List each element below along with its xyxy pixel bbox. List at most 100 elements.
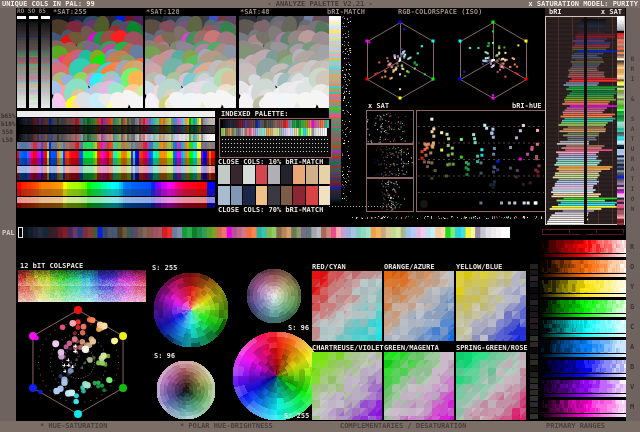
saturation-model-toggle[interactable]: x SATURATION MODEL: PURITY [528, 0, 638, 8]
close-color-swatch [255, 165, 268, 184]
gradient-column-3 [41, 16, 50, 108]
tick-marks-row [352, 214, 545, 219]
pal-strip-label: PAL [2, 229, 15, 237]
comp-panel-spring-green-rose [456, 352, 526, 420]
comp-panel-green-magenta [384, 352, 454, 420]
palette-analyzer-app: { "header": { "left": "UNIQUE COLS IN PA… [0, 0, 640, 432]
close-cols-row-70 [218, 186, 331, 205]
strip-label-s50: S50 [2, 129, 13, 136]
range-bracket-marks [540, 227, 626, 238]
hue-saturation-wheel [16, 304, 147, 420]
gradient-column-1 [17, 16, 26, 108]
close-color-swatch [305, 165, 318, 184]
comp-label-yellow-blue: YELLOW/BLUE [456, 263, 503, 271]
close-color-swatch [268, 186, 280, 205]
close-color-swatch [318, 186, 331, 205]
polar-b-label: S: 96 [288, 324, 310, 332]
rgb-colorspace-cubes [352, 16, 545, 102]
footer-complementaries[interactable]: COMPLEMENTARIES / DESATURATION [340, 422, 466, 430]
primary-range-label-R: R [630, 243, 635, 251]
sat48-blob-panel [239, 16, 331, 108]
sat48-toggle[interactable]: *SAT:48 [240, 8, 270, 16]
brihue-scatter-plot [416, 110, 546, 212]
polar-circle-s255-bottom [232, 331, 322, 421]
close-cols-row-10 [218, 165, 331, 184]
primary-range-letters: R O Y G C A B V M [630, 240, 638, 420]
xsat-scatter-plot [366, 110, 414, 212]
close-cols-70-label: CLOSE COLS: 70% bRI-MATCH [218, 206, 324, 214]
close-color-swatch [268, 165, 280, 184]
primary-range-label-B: B [630, 363, 635, 371]
comp-panel-yellow-blue [456, 271, 526, 341]
close-cols-10-label: CLOSE COLS: 10% bRI-MATCH [218, 158, 324, 166]
indexed-palette-title: INDEXED PALETTE: [221, 110, 289, 118]
left-sidebar [0, 8, 16, 421]
primary-range-label-V: V [630, 383, 635, 391]
columns-header: RO SO 85 [17, 8, 46, 15]
strip-label-b65: b65% [1, 113, 16, 120]
footer-hue-saturation[interactable]: * HUE-SATURATION [40, 422, 107, 430]
rgb-colorspace-header: RGB-COLORSPACE (ISO) [398, 8, 483, 16]
close-color-swatch [243, 165, 255, 184]
footer-polar-hue-brightness[interactable]: * POLAR HUE-BRIGHTNESS [180, 422, 273, 430]
close-color-swatch [305, 186, 318, 205]
palette-transform-strips [17, 110, 215, 208]
dark-tile-strip [530, 264, 538, 420]
colspace-title: 12 bIT COLSPACE [20, 262, 84, 270]
comp-label-spring-green-rose: SPRING-GREEN/ROSE [456, 344, 528, 352]
strip-label-l50: L50 [2, 137, 13, 144]
indexed-palette-swatches [220, 119, 329, 155]
close-color-swatch [280, 186, 293, 205]
close-color-swatch [280, 165, 293, 184]
primary-range-label-G: G [630, 303, 635, 311]
colspace-tiles [18, 270, 146, 302]
xsat-scatter-label: x SAT [368, 102, 390, 110]
gradient-column-2 [29, 16, 38, 108]
footer-primary-ranges[interactable]: PRIMARY RANGES [546, 422, 605, 430]
sat128-toggle[interactable]: *SAT:128 [146, 8, 180, 16]
primary-range-label-O: O [630, 263, 635, 271]
bri-match-marks [342, 16, 352, 204]
xsat-column-header: x SAT [600, 8, 622, 16]
bri-sat-bar-chart [545, 16, 625, 225]
close-color-swatch [293, 165, 305, 184]
primary-range-label-M: M [630, 403, 635, 411]
close-color-swatch [230, 186, 243, 205]
close-color-swatch [218, 165, 230, 184]
comp-panel-red-cyan [312, 271, 382, 341]
comp-label-green-magenta: GREEN/MAGENTA [384, 344, 439, 352]
polar-circle-s255-top [153, 272, 229, 348]
sorted-palette-strip [617, 16, 624, 225]
sat255-toggle[interactable]: *SAT:255 [53, 8, 87, 16]
bri-match-header: bRI-MATCH [327, 8, 365, 16]
indexed-palette-box [219, 118, 332, 158]
comp-label-chartreuse-violet: CHARTREUSE/VIOLET [312, 344, 384, 352]
strip-label-b10: b10% [1, 121, 16, 128]
comp-label-red-cyan: RED/CYAN [312, 263, 346, 271]
brihue-scatter-label: bRI-hUE [512, 102, 542, 110]
palette-strip [18, 227, 510, 238]
comp-panel-chartreuse-violet [312, 352, 382, 420]
close-color-swatch [255, 186, 268, 205]
primary-range-label-Y: Y [630, 283, 635, 291]
polar-a-label: S: 255 [152, 264, 178, 272]
close-color-swatch [218, 186, 230, 205]
polar-c-label: S: 96 [154, 352, 176, 360]
polar-d-label: S: 255 [284, 412, 310, 420]
close-color-swatch [293, 186, 305, 205]
comp-label-orange-azure: ORANGE/AZURE [384, 263, 435, 271]
primary-ranges-chart [540, 240, 626, 420]
close-color-swatch [318, 165, 331, 184]
sat255-blob-panel [52, 16, 143, 108]
bri-sat-chart-header: bRI x SAT [545, 8, 625, 16]
bri-column-header: bRI [549, 8, 562, 16]
close-color-swatch [230, 165, 243, 184]
bri-match-strip [329, 16, 341, 204]
comp-panel-orange-azure [384, 271, 454, 341]
primary-range-label-A: A [630, 343, 635, 351]
close-color-swatch [243, 186, 255, 205]
polar-circle-s96-top [246, 268, 302, 324]
bri-saturation-vertical-label: BRI & SATURATION [629, 56, 636, 216]
sat128-blob-panel [145, 16, 236, 108]
polar-circle-s96-bottom [156, 360, 216, 420]
